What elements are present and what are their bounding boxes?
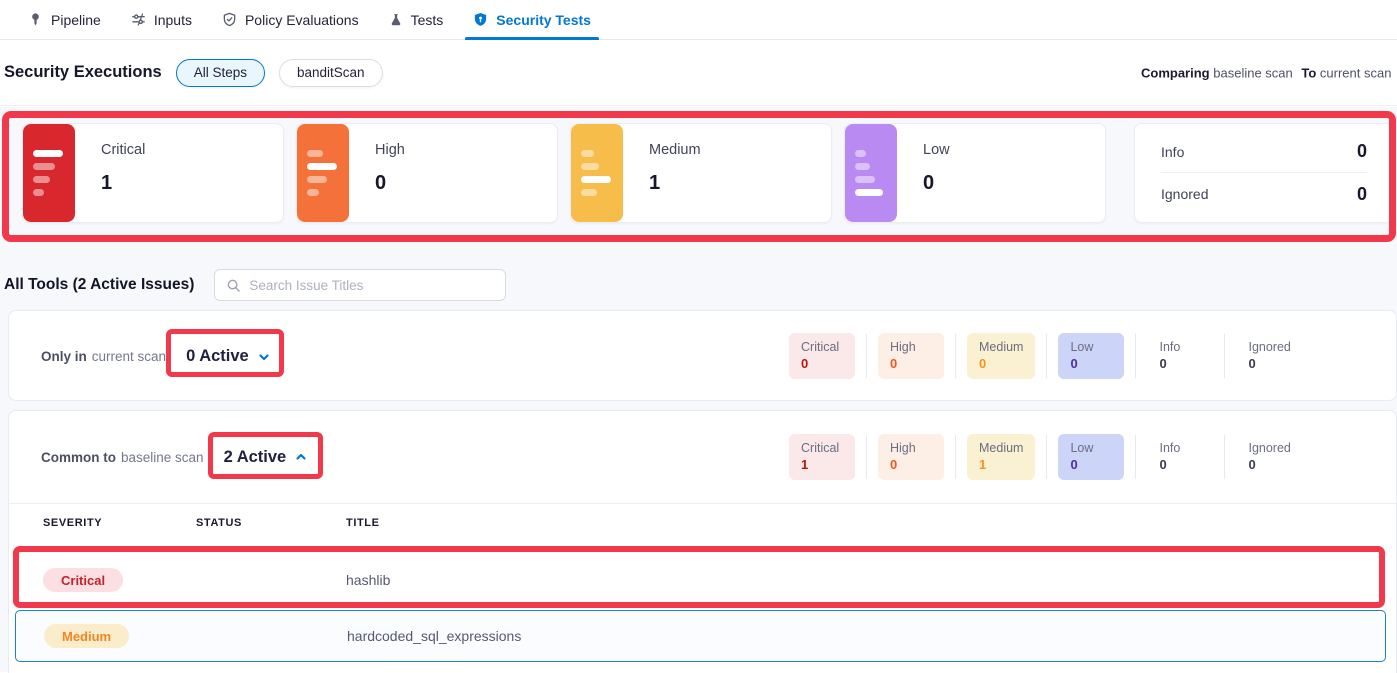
filter-banditscan[interactable]: banditScan	[279, 59, 383, 87]
card-count: 0	[375, 172, 405, 195]
search-input[interactable]	[249, 278, 494, 293]
divider	[955, 435, 956, 479]
column-header-severity: SEVERITY	[43, 517, 102, 529]
tab-label: Security Tests	[496, 12, 591, 28]
card-label: High	[375, 142, 405, 158]
table-row[interactable]: Critical hashlib	[15, 554, 1386, 606]
security-tests-content: Critical 1 High 0 Medium 1 Low 0	[0, 107, 1397, 672]
pipeline-icon	[28, 12, 43, 27]
card-label: Low	[923, 142, 950, 158]
divider	[9, 503, 1396, 504]
issue-title: hardcoded_sql_expressions	[347, 628, 521, 644]
severity-badge: Medium	[44, 624, 129, 648]
search-icon	[226, 278, 241, 293]
shield-check-icon	[222, 12, 237, 27]
divider	[866, 435, 867, 479]
tab-pipeline[interactable]: Pipeline	[28, 0, 101, 40]
low-severity-icon	[845, 124, 897, 222]
info-value: 0	[1357, 141, 1367, 162]
tab-label: Pipeline	[51, 12, 101, 28]
chip-ignored: Ignored0	[1236, 434, 1302, 480]
chip-low: Low0	[1058, 333, 1124, 379]
column-header-status: STATUS	[196, 517, 242, 529]
summary-card-info-ignored: Info 0 Ignored 0	[1134, 123, 1394, 223]
all-tools-title: All Tools (2 Active Issues)	[4, 276, 194, 294]
severity-badge: Critical	[43, 568, 123, 592]
tab-label: Policy Evaluations	[245, 12, 359, 28]
chip-medium: Medium1	[967, 434, 1035, 480]
comparing-label: Comparing baseline scan To current scan	[1141, 65, 1396, 80]
card-label: Medium	[649, 142, 701, 158]
divider	[1135, 334, 1136, 378]
severity-chip-group: Critical0 High0 Medium0 Low0 Info0 Ignor…	[789, 333, 1303, 379]
high-severity-icon	[297, 124, 349, 222]
chip-ignored: Ignored0	[1236, 333, 1302, 379]
divider	[1046, 435, 1047, 479]
search-box	[214, 269, 506, 301]
tab-security-tests[interactable]: Security Tests	[473, 0, 591, 40]
ignored-row: Ignored 0	[1161, 173, 1367, 215]
tab-tests[interactable]: Tests	[389, 0, 444, 40]
divider	[1135, 435, 1136, 479]
security-shield-icon	[473, 12, 488, 27]
scope-name: current scan	[92, 349, 166, 364]
page-title: Security Executions	[4, 63, 162, 82]
column-header-title: TITLE	[346, 517, 380, 529]
scope-name: baseline scan	[121, 450, 204, 465]
flask-icon	[389, 12, 403, 27]
divider	[955, 334, 956, 378]
active-count-toggle[interactable]: 2 Active	[224, 448, 309, 467]
scope-prefix: Common to	[41, 450, 116, 465]
severity-chip-group: Critical1 High0 Medium1 Low0 Info0 Ignor…	[789, 434, 1303, 480]
filter-all-steps[interactable]: All Steps	[176, 59, 265, 87]
summary-card-medium: Medium 1	[570, 123, 832, 223]
execution-tabbar: Pipeline Inputs Policy Evaluations Tests…	[0, 0, 1397, 40]
panel-head: Common to baseline scan 2 Active	[41, 411, 308, 503]
chip-critical: Critical1	[789, 434, 855, 480]
tab-label: Inputs	[154, 12, 192, 28]
divider	[1046, 334, 1047, 378]
active-count-toggle[interactable]: 0 Active	[186, 347, 271, 366]
chip-high: High0	[878, 333, 944, 379]
severity-summary-cards: Critical 1 High 0 Medium 1 Low 0	[22, 123, 1394, 223]
tab-policy-evaluations[interactable]: Policy Evaluations	[222, 0, 359, 40]
panel-common-to-baseline-scan: Common to baseline scan 2 Active Critica…	[8, 410, 1397, 673]
inputs-icon	[131, 12, 146, 27]
ignored-label: Ignored	[1161, 186, 1208, 202]
summary-card-low: Low 0	[844, 123, 1106, 223]
issues-table-header: SEVERITY STATUS TITLE	[9, 513, 1396, 539]
chip-info: Info0	[1147, 333, 1213, 379]
summary-card-high: High 0	[296, 123, 558, 223]
chip-high: High0	[878, 434, 944, 480]
card-count: 1	[101, 172, 145, 195]
chip-low: Low0	[1058, 434, 1124, 480]
panel-head: Only in current scan 0 Active	[41, 311, 271, 402]
chip-critical: Critical0	[789, 333, 855, 379]
info-row: Info 0	[1161, 131, 1367, 173]
info-label: Info	[1161, 144, 1184, 160]
chip-medium: Medium0	[967, 333, 1035, 379]
chevron-down-icon	[257, 350, 271, 364]
tab-inputs[interactable]: Inputs	[131, 0, 192, 40]
security-executions-header: Security Executions All Steps banditScan…	[0, 40, 1397, 106]
chevron-up-icon	[294, 450, 308, 464]
card-count: 1	[649, 172, 701, 195]
tab-label: Tests	[411, 12, 444, 28]
table-row[interactable]: Medium hardcoded_sql_expressions	[15, 610, 1386, 662]
summary-card-critical: Critical 1	[22, 123, 284, 223]
divider	[1224, 435, 1225, 479]
all-tools-row: All Tools (2 Active Issues)	[4, 269, 506, 301]
medium-severity-icon	[571, 124, 623, 222]
divider	[866, 334, 867, 378]
divider	[1224, 334, 1225, 378]
scope-prefix: Only in	[41, 349, 87, 364]
ignored-value: 0	[1357, 184, 1367, 205]
issue-title: hashlib	[346, 572, 390, 588]
panel-only-in-current-scan: Only in current scan 0 Active Critical0 …	[8, 310, 1397, 401]
critical-severity-icon	[23, 124, 75, 222]
chip-info: Info0	[1147, 434, 1213, 480]
card-count: 0	[923, 172, 950, 195]
card-label: Critical	[101, 142, 145, 158]
